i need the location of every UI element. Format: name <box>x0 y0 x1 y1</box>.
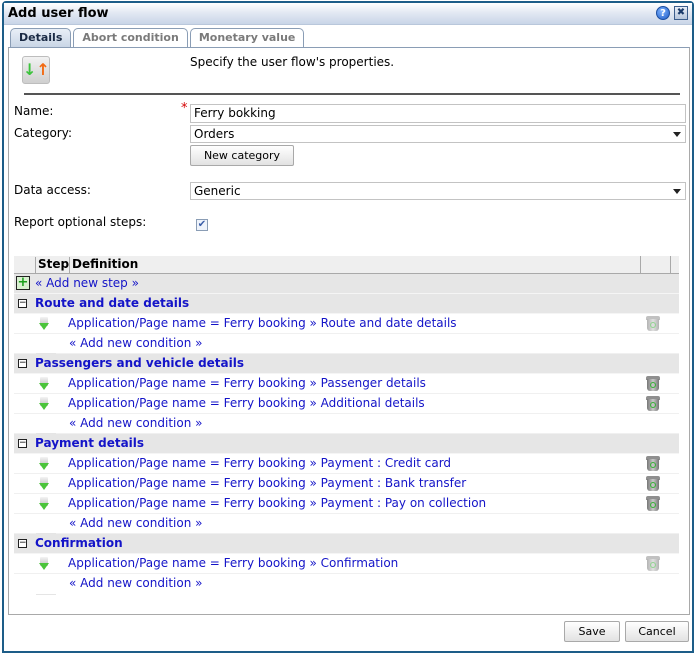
tab-strip: Details Abort condition Monetary value <box>10 28 305 47</box>
chevron-down-icon[interactable] <box>673 132 681 137</box>
step-definition-link[interactable]: Application/Page name = Ferry booking » … <box>68 556 398 570</box>
step-definition-link[interactable]: Application/Page name = Ferry booking » … <box>68 456 451 470</box>
group-row: − Route and date details <box>14 294 679 314</box>
save-button[interactable]: Save <box>564 621 620 642</box>
tab-abort-condition[interactable]: Abort condition <box>73 28 188 47</box>
trash-icon[interactable] <box>646 476 660 492</box>
step-definition-link[interactable]: Application/Page name = Ferry booking » … <box>68 316 457 330</box>
help-icon[interactable]: ? <box>656 6 670 20</box>
add-condition-row: « Add new condition » <box>14 414 679 434</box>
collapse-icon[interactable]: − <box>18 539 27 548</box>
step-row: Application/Page name = Ferry booking » … <box>14 314 679 334</box>
add-step-icon[interactable]: + <box>16 276 30 290</box>
step-definition-link[interactable]: Application/Page name = Ferry booking » … <box>68 476 466 490</box>
group-title[interactable]: Payment details <box>35 436 144 450</box>
step-definition-link[interactable]: Application/Page name = Ferry booking » … <box>68 496 486 510</box>
tab-details[interactable]: Details <box>10 28 72 47</box>
add-condition-row: « Add new condition » <box>14 574 679 595</box>
add-condition-link[interactable]: « Add new condition » <box>69 516 202 530</box>
step-row: Application/Page name = Ferry booking » … <box>14 394 679 414</box>
step-down-icon <box>36 477 52 491</box>
data-access-select[interactable]: Generic <box>190 182 686 200</box>
column-definition[interactable]: Definition <box>69 257 138 274</box>
user-flow-icon: ↓↑ <box>22 56 50 84</box>
data-access-value: Generic <box>194 184 241 198</box>
add-condition-link[interactable]: « Add new condition » <box>69 576 202 590</box>
add-condition-link[interactable]: « Add new condition » <box>69 416 202 430</box>
group-row: − Payment details <box>14 434 679 454</box>
group-title[interactable]: Passengers and vehicle details <box>35 356 244 370</box>
trash-icon[interactable] <box>646 376 660 392</box>
step-down-icon <box>36 397 52 411</box>
step-row: Application/Page name = Ferry booking » … <box>14 374 679 394</box>
close-icon[interactable]: ✖ <box>674 6 688 20</box>
title-bar[interactable]: Add user flow ? ✖ <box>4 3 692 25</box>
required-marker: * <box>181 101 188 116</box>
header-description: Specify the user flow's properties. <box>190 55 395 69</box>
trash-icon[interactable] <box>646 496 660 512</box>
add-step-link[interactable]: « Add new step » <box>35 276 139 290</box>
column-divider <box>670 256 671 274</box>
report-optional-checkbox[interactable]: ✔ <box>196 219 208 231</box>
step-definition-link[interactable]: Application/Page name = Ferry booking » … <box>68 376 426 390</box>
step-row: Application/Page name = Ferry booking » … <box>14 494 679 514</box>
group-row: − Passengers and vehicle details <box>14 354 679 374</box>
add-condition-row: « Add new condition » <box>14 334 679 354</box>
group-title[interactable]: Confirmation <box>35 536 123 550</box>
trash-icon[interactable] <box>646 456 660 472</box>
chevron-down-icon[interactable] <box>673 189 681 194</box>
step-down-icon <box>36 457 52 471</box>
add-condition-row: « Add new condition » <box>14 514 679 534</box>
trash-icon[interactable] <box>646 396 660 412</box>
add-condition-link[interactable]: « Add new condition » <box>69 336 202 350</box>
header-divider <box>24 93 680 95</box>
step-down-icon <box>36 377 52 391</box>
collapse-icon[interactable]: − <box>18 299 27 308</box>
step-down-icon <box>36 317 52 331</box>
column-divider <box>640 256 641 274</box>
details-panel: ↓↑ Specify the user flow's properties. N… <box>8 47 690 615</box>
column-step[interactable]: Step <box>35 257 69 274</box>
add-user-flow-dialog: Add user flow ? ✖ Details Abort conditio… <box>2 1 694 653</box>
trash-icon <box>646 556 660 572</box>
category-label: Category: <box>14 126 72 140</box>
step-row: Application/Page name = Ferry booking » … <box>14 454 679 474</box>
category-select[interactable]: Orders <box>190 125 686 143</box>
step-row: Application/Page name = Ferry booking » … <box>14 474 679 494</box>
group-title[interactable]: Route and date details <box>35 296 189 310</box>
dialog-title: Add user flow <box>8 6 109 21</box>
tab-monetary-value[interactable]: Monetary value <box>189 28 305 47</box>
new-category-button[interactable]: New category <box>190 145 294 166</box>
category-value: Orders <box>194 127 235 141</box>
report-optional-label: Report optional steps: <box>14 215 147 229</box>
cancel-button[interactable]: Cancel <box>625 621 689 642</box>
steps-grid: Step Definition + « Add new step » − Rou… <box>14 256 679 595</box>
step-definition-link[interactable]: Application/Page name = Ferry booking » … <box>68 396 425 410</box>
name-input[interactable]: Ferry bokking <box>190 104 686 123</box>
collapse-icon[interactable]: − <box>18 439 27 448</box>
step-down-icon <box>36 497 52 511</box>
group-row: − Confirmation <box>14 534 679 554</box>
name-label: Name: <box>14 104 54 118</box>
trash-icon <box>646 316 660 332</box>
step-down-icon <box>36 557 52 571</box>
step-row: Application/Page name = Ferry booking » … <box>14 554 679 574</box>
data-access-label: Data access: <box>14 183 91 197</box>
collapse-icon[interactable]: − <box>18 359 27 368</box>
add-step-row: + « Add new step » <box>14 274 679 294</box>
grid-header: Step Definition <box>14 256 679 274</box>
